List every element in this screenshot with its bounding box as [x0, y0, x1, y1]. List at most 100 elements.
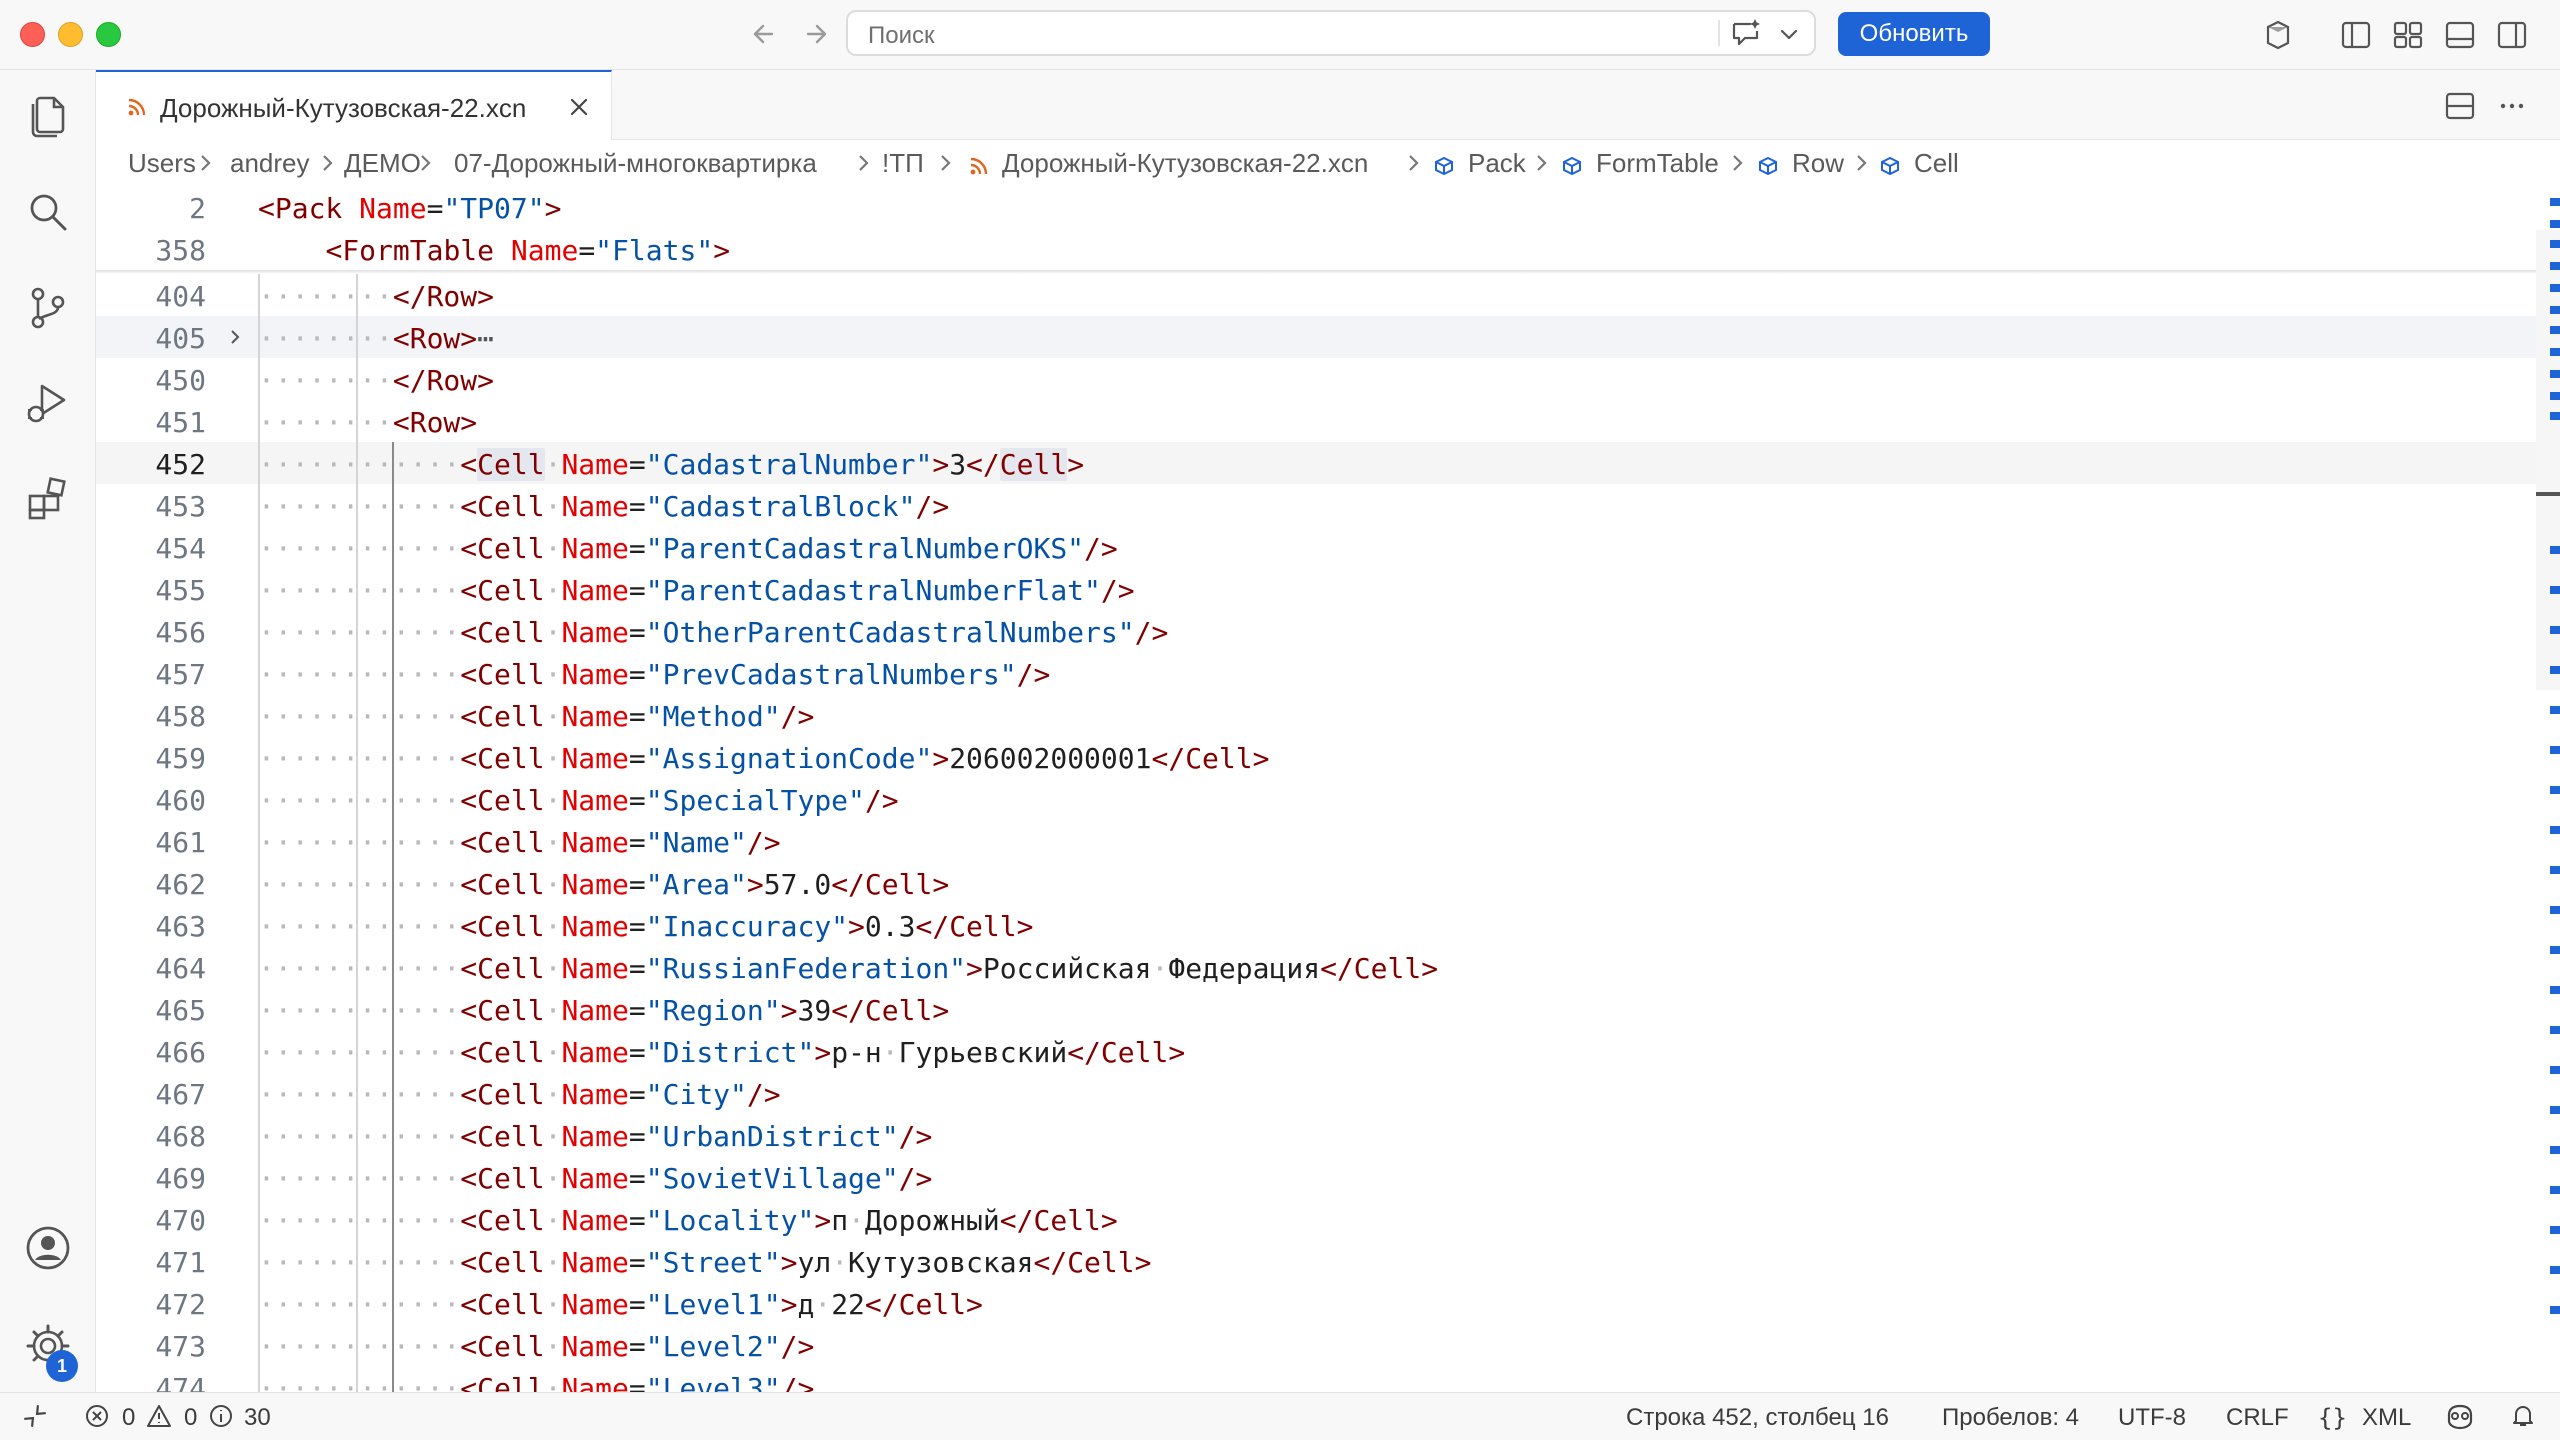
split-editor-icon[interactable] — [2442, 88, 2478, 124]
forward-arrow-icon[interactable] — [796, 14, 836, 54]
cell-line[interactable]: 474 ············<Cell·Name="Level3"/> — [96, 1366, 2536, 1392]
code-text[interactable]: ············<Cell·Name="ParentCadastralN… — [258, 532, 1118, 565]
breadcrumb-item[interactable]: FormTable — [1596, 148, 1719, 179]
row-line[interactable]: 404 ········</Row> — [96, 274, 2536, 316]
breadcrumb-item[interactable]: Pack — [1468, 148, 1526, 179]
code-text[interactable]: ············<Cell·Name="AssignationCode"… — [258, 742, 1270, 775]
code-text[interactable]: ············<Cell·Name="UrbanDistrict"/> — [258, 1120, 932, 1153]
breadcrumb-item[interactable]: Дорожный-Кутузовская-22.xcn — [1002, 148, 1368, 179]
cursor-position[interactable]: Строка 452, столбец 16 — [1626, 1404, 1889, 1432]
update-button[interactable]: Обновить — [1838, 12, 1990, 56]
cell-line[interactable]: 456 ············<Cell·Name="OtherParentCa… — [96, 610, 2536, 652]
copilot-icon[interactable] — [2260, 17, 2296, 53]
cell-line[interactable]: 454 ············<Cell·Name="ParentCadastr… — [96, 526, 2536, 568]
code-text[interactable]: ············<Cell·Name="Level3"/> — [258, 1372, 814, 1392]
editor-scrollbar[interactable] — [2536, 186, 2560, 1392]
line-ending-status[interactable]: CRLF — [2226, 1404, 2289, 1432]
sticky-scroll-line[interactable]: 358 <FormTable Name="Flats"> — [96, 228, 2536, 270]
code-text[interactable]: ············<Cell·Name="SovietVillage"/> — [258, 1162, 932, 1195]
breadcrumb-item[interactable]: Cell — [1914, 148, 1959, 179]
cell-line[interactable]: 463 ············<Cell·Name="Inaccuracy">0… — [96, 904, 2536, 946]
copilot-status-icon[interactable] — [2444, 1401, 2476, 1433]
window-minimize-button[interactable] — [58, 22, 83, 47]
language-mode[interactable]: XML — [2362, 1404, 2411, 1432]
error-count[interactable]: 0 — [122, 1404, 135, 1432]
chat-sparkle-icon[interactable] — [1728, 17, 1764, 51]
fold-chevron-right-icon[interactable] — [224, 326, 246, 348]
code-text[interactable]: ········<Row>⋯ — [258, 322, 494, 355]
code-text[interactable]: ············<Cell·Name="OtherParentCadas… — [258, 616, 1168, 649]
cell-line[interactable]: 469 ············<Cell·Name="SovietVillage… — [96, 1156, 2536, 1198]
code-text[interactable]: ············<Cell·Name="Level2"/> — [258, 1330, 814, 1363]
code-text[interactable]: ············<Cell·Name="RussianFederatio… — [258, 952, 1438, 985]
cell-line[interactable]: 460 ············<Cell·Name="SpecialType"/… — [96, 778, 2536, 820]
language-braces-icon[interactable]: {} — [2318, 1404, 2347, 1432]
code-editor[interactable]: 2 <Pack Name="TP07"> 358 <FormTable Name="… — [96, 186, 2536, 1392]
code-text[interactable]: ········</Row> — [258, 280, 494, 313]
warning-icon[interactable] — [146, 1403, 172, 1429]
indentation-status[interactable]: Пробелов: 4 — [1942, 1404, 2079, 1432]
cell-line[interactable]: 472 ············<Cell·Name="Level1">д·22<… — [96, 1282, 2536, 1324]
more-actions-icon[interactable] — [2494, 88, 2530, 124]
customize-layout-icon[interactable] — [2390, 17, 2426, 53]
close-icon[interactable] — [566, 94, 592, 120]
window-maximize-button[interactable] — [96, 22, 121, 47]
cell-line[interactable]: 452 ············<Cell·Name="CadastralNumb… — [96, 442, 2536, 484]
toggle-primary-sidebar-icon[interactable] — [2338, 17, 2374, 53]
cell-line[interactable]: 473 ············<Cell·Name="Level2"/> — [96, 1324, 2536, 1366]
remote-window-icon[interactable] — [22, 1403, 48, 1429]
code-text[interactable]: ············<Cell·Name="Area">57.0</Cell… — [258, 868, 949, 901]
explorer-files-icon[interactable] — [22, 90, 74, 142]
code-text[interactable]: ············<Cell·Name="Inaccuracy">0.3<… — [258, 910, 1034, 943]
breadcrumb-item[interactable]: ДЕМО — [344, 148, 421, 179]
code-text[interactable]: ············<Cell·Name="Region">39</Cell… — [258, 994, 949, 1027]
source-control-icon[interactable] — [22, 282, 74, 334]
error-icon[interactable] — [84, 1403, 110, 1429]
code-text[interactable]: ············<Cell·Name="SpecialType"/> — [258, 784, 899, 817]
breadcrumb-item[interactable]: andrey — [230, 148, 310, 179]
cell-line[interactable]: 464 ············<Cell·Name="RussianFedera… — [96, 946, 2536, 988]
code-text[interactable]: <FormTable Name="Flats"> — [258, 234, 730, 267]
breadcrumb-item[interactable]: Row — [1792, 148, 1844, 179]
cell-line[interactable]: 453 ············<Cell·Name="CadastralBloc… — [96, 484, 2536, 526]
cell-line[interactable]: 471 ············<Cell·Name="Street">ул·Ку… — [96, 1240, 2536, 1282]
code-text[interactable]: ············<Cell·Name="City"/> — [258, 1078, 781, 1111]
code-text[interactable]: ············<Cell·Name="Locality">п·Доро… — [258, 1204, 1118, 1237]
code-text[interactable]: ············<Cell·Name="Method"/> — [258, 700, 814, 733]
code-text[interactable]: ········</Row> — [258, 364, 494, 397]
cell-line[interactable]: 465 ············<Cell·Name="Region">39</C… — [96, 988, 2536, 1030]
code-text[interactable]: ········<Row> — [258, 406, 477, 439]
search-icon[interactable] — [22, 186, 74, 238]
cell-line[interactable]: 462 ············<Cell·Name="Area">57.0</C… — [96, 862, 2536, 904]
cell-line[interactable]: 466 ············<Cell·Name="District">р-н… — [96, 1030, 2536, 1072]
run-debug-icon[interactable] — [22, 378, 74, 430]
command-search-input[interactable]: Поиск — [846, 10, 1816, 56]
sticky-scroll-line[interactable]: 2 <Pack Name="TP07"> — [96, 186, 2536, 228]
info-count[interactable]: 30 — [244, 1404, 271, 1432]
warning-count[interactable]: 0 — [184, 1404, 197, 1432]
code-text[interactable]: ············<Cell·Name="Name"/> — [258, 826, 781, 859]
row-line[interactable]: 405 ········<Row>⋯ — [96, 316, 2536, 358]
toggle-secondary-sidebar-icon[interactable] — [2494, 17, 2530, 53]
encoding-status[interactable]: UTF-8 — [2118, 1404, 2186, 1432]
cell-line[interactable]: 468 ············<Cell·Name="UrbanDistrict… — [96, 1114, 2536, 1156]
breadcrumb-item[interactable]: Users — [128, 148, 196, 179]
code-text[interactable]: ············<Cell·Name="District">р-н·Гу… — [258, 1036, 1185, 1069]
breadcrumb-item[interactable]: !ТП — [882, 148, 924, 179]
chevron-down-icon[interactable] — [1776, 22, 1802, 46]
code-text[interactable]: <Pack Name="TP07"> — [258, 192, 561, 225]
code-text[interactable]: ············<Cell·Name="PrevCadastralNum… — [258, 658, 1050, 691]
row-line[interactable]: 450 ········</Row> — [96, 358, 2536, 400]
info-icon[interactable] — [208, 1403, 234, 1429]
cell-line[interactable]: 458 ············<Cell·Name="Method"/> — [96, 694, 2536, 736]
cell-line[interactable]: 467 ············<Cell·Name="City"/> — [96, 1072, 2536, 1114]
extensions-icon[interactable] — [22, 474, 74, 526]
cell-line[interactable]: 459 ············<Cell·Name="AssignationCo… — [96, 736, 2536, 778]
code-text[interactable]: ············<Cell·Name="CadastralNumber"… — [258, 448, 1084, 481]
back-arrow-icon[interactable] — [744, 14, 784, 54]
row-line[interactable]: 451 ········<Row> — [96, 400, 2536, 442]
scrollbar-thumb[interactable] — [2536, 230, 2560, 690]
code-text[interactable]: ············<Cell·Name="Level1">д·22</Ce… — [258, 1288, 983, 1321]
notifications-bell-icon[interactable] — [2510, 1403, 2536, 1429]
code-text[interactable]: ············<Cell·Name="CadastralBlock"/… — [258, 490, 949, 523]
